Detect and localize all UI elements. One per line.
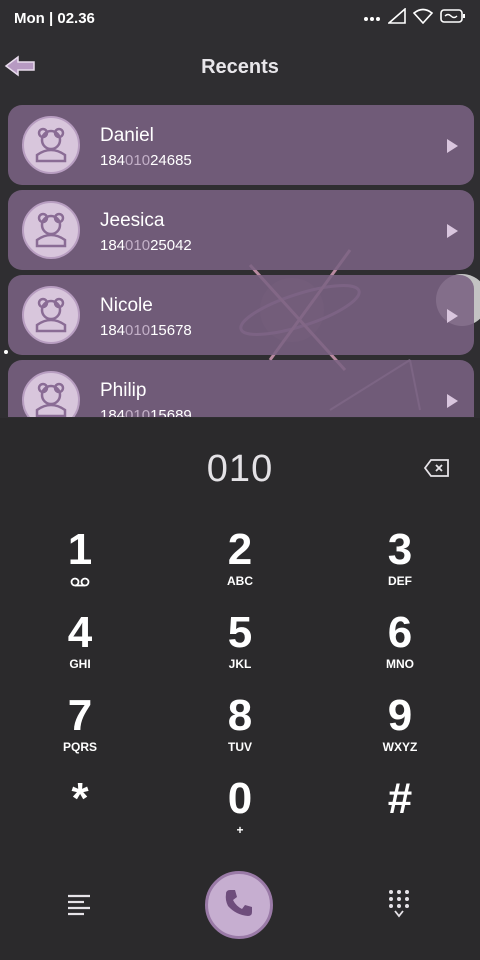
contact-row[interactable]: Jeesica 18401025042 <box>8 190 474 270</box>
menu-icon <box>66 894 92 920</box>
contact-row[interactable]: Philip 18401015689 <box>8 360 474 417</box>
dots-icon <box>363 9 381 27</box>
wifi-icon <box>412 8 434 29</box>
battery-icon <box>440 8 466 28</box>
chevron-right-icon <box>447 394 458 408</box>
contact-number: 18401025042 <box>100 237 192 254</box>
avatar <box>22 371 80 417</box>
avatar <box>22 201 80 259</box>
contact-row[interactable]: Daniel 18401024685 <box>8 105 474 185</box>
dialed-number[interactable]: 010 <box>0 448 480 491</box>
contact-name: Nicole <box>100 295 153 316</box>
call-button[interactable] <box>205 871 273 939</box>
chevron-right-icon <box>447 309 458 323</box>
contact-number: 18401015678 <box>100 322 192 339</box>
key-4[interactable]: 4 GHI <box>20 611 140 683</box>
key-3[interactable]: 3 DEF <box>340 528 460 600</box>
key-7[interactable]: 7 PQRS <box>20 694 140 766</box>
voicemail-icon <box>20 574 140 592</box>
avatar <box>22 286 80 344</box>
chevron-right-icon <box>447 139 458 153</box>
contact-name: Jeesica <box>100 210 165 231</box>
key-star[interactable]: * <box>20 777 140 849</box>
phone-icon <box>222 886 256 925</box>
chevron-right-icon <box>447 224 458 238</box>
bottom-bar <box>0 868 480 958</box>
key-1[interactable]: 1 <box>20 528 140 600</box>
key-0[interactable]: 0 + <box>180 777 300 849</box>
status-time: Mon | 02.36 <box>14 9 95 27</box>
menu-button[interactable] <box>66 892 92 916</box>
header: Recents <box>0 46 480 90</box>
status-icons <box>363 6 466 29</box>
contact-row[interactable]: Nicole 18401015678 <box>8 275 474 355</box>
dialpad-icon <box>386 890 412 922</box>
avatar <box>22 116 80 174</box>
dialpad: 010 1 2 ABC 3 DEF 4 GHI 5 JKL 6 MNO 7 PQ… <box>0 418 480 960</box>
key-5[interactable]: 5 JKL <box>180 611 300 683</box>
key-8[interactable]: 8 TUV <box>180 694 300 766</box>
recents-list[interactable]: Daniel 18401024685 Jeesica 18401025042 N… <box>8 105 474 417</box>
key-2[interactable]: 2 ABC <box>180 528 300 600</box>
key-6[interactable]: 6 MNO <box>340 611 460 683</box>
contact-name: Daniel <box>100 125 154 146</box>
backspace-icon <box>423 459 450 482</box>
signal-icon <box>386 6 406 29</box>
page-title: Recents <box>201 56 279 78</box>
key-hash[interactable]: # <box>340 777 460 849</box>
status-bar: Mon | 02.36 <box>0 0 480 36</box>
contact-name: Philip <box>100 380 147 401</box>
key-9[interactable]: 9 WXYZ <box>340 694 460 766</box>
dialpad-toggle-button[interactable] <box>386 888 412 918</box>
contact-number: 18401015689 <box>100 407 192 417</box>
contact-number: 18401024685 <box>100 152 192 169</box>
backspace-button[interactable] <box>423 458 450 478</box>
